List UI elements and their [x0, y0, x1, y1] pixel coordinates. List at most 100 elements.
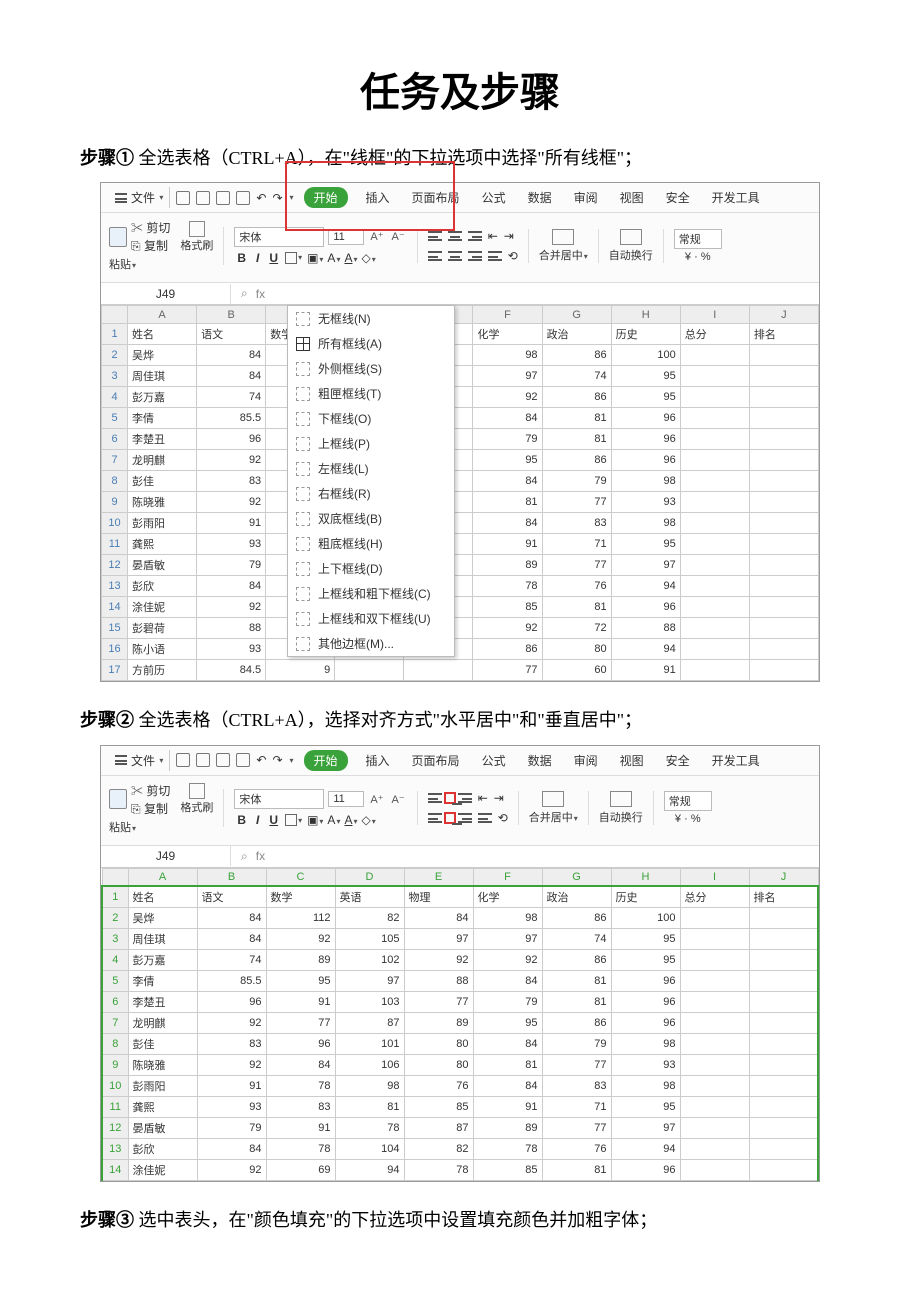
name-box[interactable]: J49 — [101, 284, 231, 304]
cell[interactable] — [749, 639, 818, 660]
cell[interactable]: 95 — [611, 534, 680, 555]
row-header[interactable]: 12 — [102, 1118, 128, 1139]
border-left-item[interactable]: 左框线(L) — [288, 456, 454, 481]
cell[interactable]: 96 — [611, 429, 680, 450]
cell[interactable] — [749, 950, 818, 971]
cell[interactable]: 85 — [473, 1160, 542, 1181]
cell[interactable]: 陈晓雅 — [128, 1055, 197, 1076]
cell[interactable] — [749, 1097, 818, 1118]
paste-label[interactable]: 粘贴 — [109, 822, 131, 834]
row-header[interactable]: 8 — [102, 1034, 128, 1055]
cell[interactable]: 89 — [404, 1013, 473, 1034]
cell[interactable]: 95 — [611, 950, 680, 971]
tab-insert[interactable]: 插入 — [362, 750, 394, 771]
indent-decrease-icon[interactable]: ⇤ — [488, 229, 498, 243]
cell[interactable]: 彭雨阳 — [128, 1076, 197, 1097]
cell[interactable]: 91 — [197, 513, 266, 534]
merge-icon[interactable] — [552, 229, 574, 245]
cell[interactable]: 84 — [197, 1139, 266, 1160]
print-preview-icon[interactable] — [236, 753, 250, 767]
align-right-icon[interactable] — [468, 251, 482, 261]
cell[interactable]: 92 — [197, 1055, 266, 1076]
cell[interactable]: 77 — [542, 492, 611, 513]
border-thickbox-item[interactable]: 粗匣框线(T) — [288, 381, 454, 406]
cell[interactable]: 83 — [542, 513, 611, 534]
cell[interactable]: 78 — [266, 1076, 335, 1097]
border-outside-item[interactable]: 外侧框线(S) — [288, 356, 454, 381]
wrap-icon[interactable] — [610, 791, 632, 807]
merge-icon[interactable] — [542, 791, 564, 807]
col-header[interactable]: J — [749, 868, 818, 886]
cell[interactable]: 82 — [404, 1139, 473, 1160]
cell[interactable]: 94 — [611, 639, 680, 660]
cell[interactable]: 排名 — [749, 324, 818, 345]
cell[interactable] — [680, 908, 749, 929]
wrap-label[interactable]: 自动换行 — [609, 247, 653, 263]
cell[interactable] — [749, 992, 818, 1013]
bold-button[interactable]: B — [234, 813, 249, 827]
cell[interactable] — [680, 660, 749, 681]
cell[interactable]: 77 — [542, 1055, 611, 1076]
cell[interactable]: 彭欣 — [128, 576, 197, 597]
cell[interactable]: 总分 — [680, 324, 749, 345]
cell[interactable] — [749, 366, 818, 387]
cell[interactable]: 81 — [542, 597, 611, 618]
select-all-corner[interactable] — [102, 306, 128, 324]
cell[interactable]: 81 — [542, 408, 611, 429]
cell[interactable]: 84 — [197, 929, 266, 950]
open-icon[interactable] — [196, 191, 210, 205]
name-box[interactable]: J49 — [101, 846, 231, 866]
copy-button[interactable]: ⎘ 复制 — [131, 800, 170, 817]
col-header[interactable]: G — [542, 306, 611, 324]
row-header[interactable]: 15 — [102, 618, 128, 639]
cell[interactable]: 彭欣 — [128, 1139, 197, 1160]
border-topthickbottom-item[interactable]: 上框线和粗下框线(C) — [288, 581, 454, 606]
tab-dev[interactable]: 开发工具 — [708, 750, 764, 771]
cell[interactable] — [680, 471, 749, 492]
font-shrink-icon[interactable]: A⁻ — [390, 230, 407, 243]
cell[interactable]: 81 — [542, 1160, 611, 1181]
cell[interactable]: 94 — [611, 1139, 680, 1160]
cell[interactable]: 96 — [197, 992, 266, 1013]
cell[interactable]: 76 — [404, 1076, 473, 1097]
col-header[interactable]: J — [749, 306, 818, 324]
tab-view[interactable]: 视图 — [616, 187, 648, 208]
indent-decrease-icon[interactable]: ⇤ — [478, 791, 488, 805]
cell[interactable]: 74 — [542, 929, 611, 950]
align-justify-icon[interactable] — [478, 813, 492, 823]
cell[interactable]: 74 — [197, 950, 266, 971]
cell[interactable] — [749, 1013, 818, 1034]
cell[interactable]: 93 — [611, 492, 680, 513]
quick-more-icon[interactable]: ▾ — [290, 756, 294, 765]
cell[interactable]: 91 — [266, 1118, 335, 1139]
currency-icon[interactable]: ¥ — [685, 251, 691, 263]
cell[interactable]: 81 — [335, 1097, 404, 1118]
cell[interactable] — [680, 408, 749, 429]
cell[interactable]: 81 — [542, 992, 611, 1013]
border-button[interactable]: ▾ — [285, 251, 303, 265]
cell[interactable]: 79 — [542, 1034, 611, 1055]
orientation-icon[interactable]: ⟲ — [498, 811, 508, 825]
cell[interactable] — [680, 929, 749, 950]
number-format-select[interactable]: 常规 — [664, 791, 712, 811]
row-header[interactable]: 3 — [102, 366, 128, 387]
cell[interactable]: 77 — [266, 1013, 335, 1034]
cut-button[interactable]: ✂ 剪切 — [131, 219, 170, 236]
new-icon[interactable] — [176, 753, 190, 767]
fill-color-button[interactable]: ▣▾ — [307, 251, 323, 265]
tab-dev[interactable]: 开发工具 — [708, 187, 764, 208]
undo-icon[interactable]: ↶ — [256, 191, 266, 205]
zoom-icon[interactable]: ⌕ — [241, 849, 248, 864]
spreadsheet-grid[interactable]: ABCDEFGHIJ1姓名语文数学英语物理化学政治历史总分排名2吴烨841128… — [101, 868, 819, 1182]
cell[interactable]: 91 — [197, 1076, 266, 1097]
save-icon[interactable] — [216, 191, 230, 205]
cell[interactable]: 彭万嘉 — [128, 387, 197, 408]
border-bottom-item[interactable]: 下框线(O) — [288, 406, 454, 431]
cell[interactable]: 政治 — [542, 886, 611, 908]
cell[interactable] — [749, 408, 818, 429]
col-header[interactable]: I — [680, 868, 749, 886]
cell[interactable]: 77 — [404, 992, 473, 1013]
open-icon[interactable] — [196, 753, 210, 767]
cell[interactable]: 78 — [335, 1118, 404, 1139]
cell[interactable]: 92 — [266, 929, 335, 950]
